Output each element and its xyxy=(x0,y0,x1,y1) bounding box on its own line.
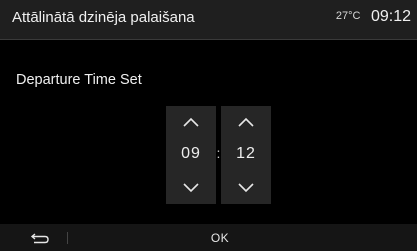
minutes-column: 12 xyxy=(221,106,271,204)
clock-readout: 09:12 xyxy=(370,8,411,25)
page-title: Attālinātā dzinēja palaišana xyxy=(12,9,195,26)
chevron-down-icon xyxy=(183,183,199,193)
hours-decrease-button[interactable] xyxy=(166,175,216,201)
screen: Attālinātā dzinēja palaišana 27°C 09:12 … xyxy=(0,0,417,251)
hours-increase-button[interactable] xyxy=(166,109,216,135)
chevron-up-icon xyxy=(238,117,254,127)
hours-value: 09 xyxy=(181,145,201,162)
footer-bar: OK xyxy=(0,224,417,251)
chevron-down-icon xyxy=(238,183,254,193)
back-button[interactable] xyxy=(20,224,60,251)
chevron-up-icon xyxy=(183,117,199,127)
section-subtitle: Departure Time Set xyxy=(16,72,142,88)
ok-button[interactable]: OK xyxy=(200,224,240,251)
status-area: 27°C 09:12 xyxy=(336,8,411,26)
minutes-decrease-button[interactable] xyxy=(221,175,271,201)
time-picker: 09 : 12 xyxy=(166,106,271,204)
back-arrow-icon xyxy=(30,232,49,243)
minutes-value: 12 xyxy=(236,145,256,162)
footer-divider xyxy=(67,232,68,244)
header-bar: Attālinātā dzinēja palaišana 27°C 09:12 xyxy=(0,0,417,40)
minutes-increase-button[interactable] xyxy=(221,109,271,135)
temperature-readout: 27°C xyxy=(335,10,361,22)
hours-column: 09 xyxy=(166,106,216,204)
